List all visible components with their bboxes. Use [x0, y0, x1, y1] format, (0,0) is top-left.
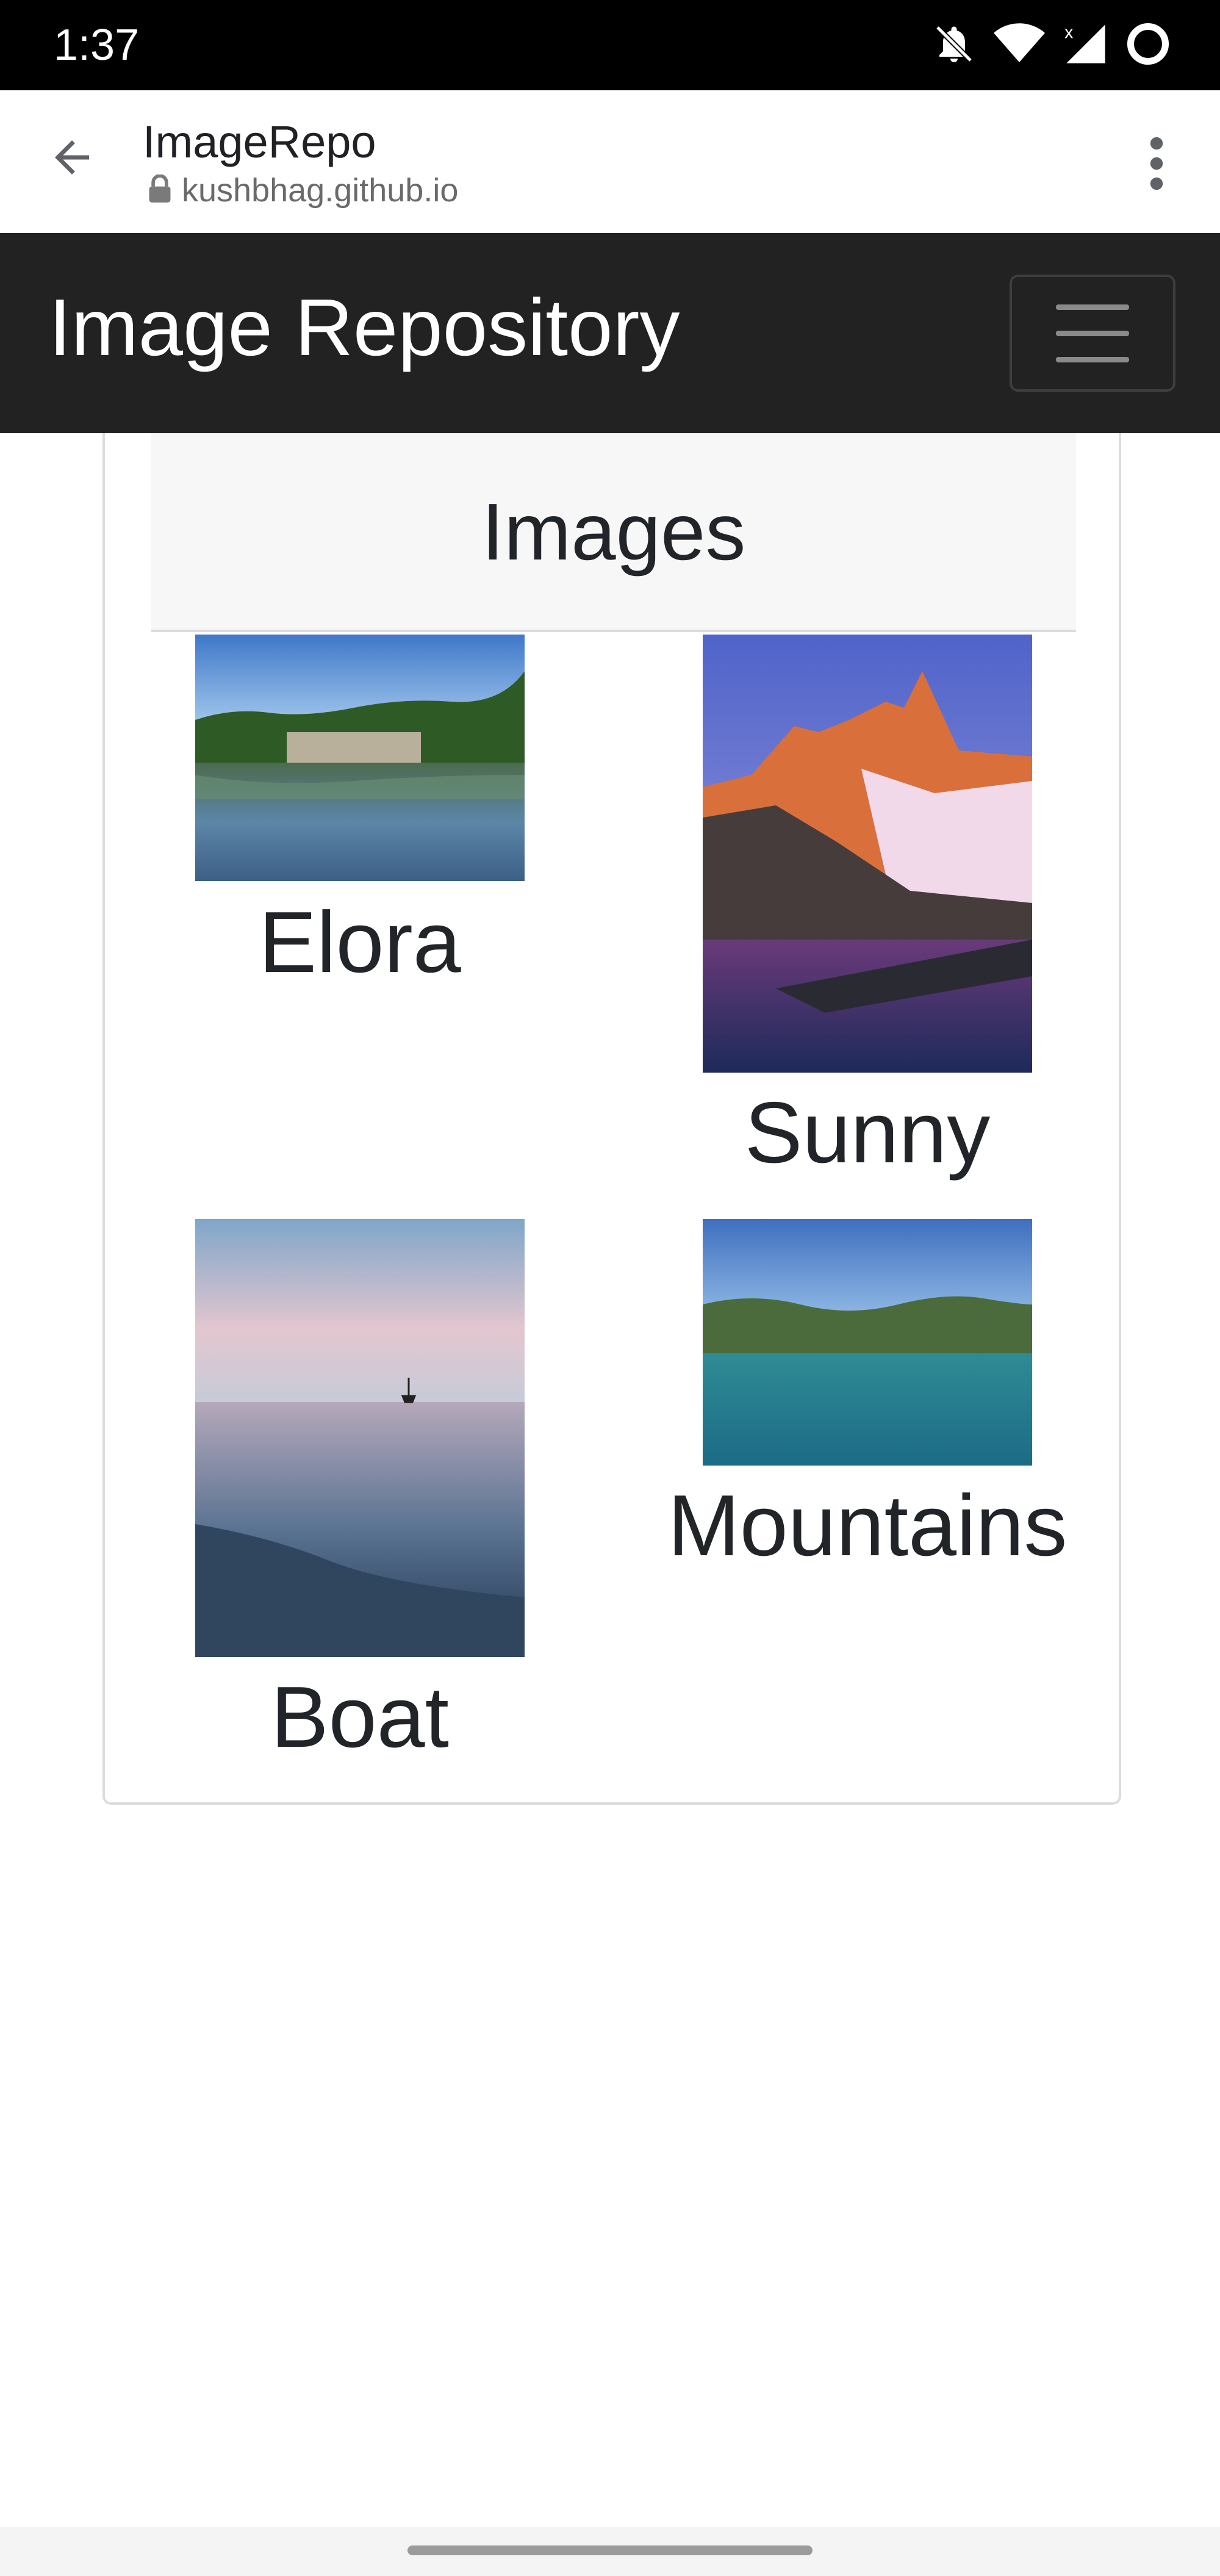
- more-vert-icon[interactable]: [1132, 133, 1181, 194]
- url-bar[interactable]: kushbhag.github.io: [146, 172, 458, 209]
- caption-elora: Elora: [259, 894, 461, 991]
- wifi-icon: [992, 22, 1047, 69]
- image-elora[interactable]: [195, 635, 525, 881]
- card-header: Images: [151, 433, 1076, 632]
- image-sunny[interactable]: [703, 635, 1032, 1073]
- caption-mountains: Mountains: [667, 1477, 1068, 1574]
- svg-text:x: x: [1064, 23, 1073, 42]
- gesture-nav-bar: [0, 2527, 1220, 2576]
- image-boat[interactable]: [195, 1219, 525, 1657]
- status-time: 1:37: [54, 21, 140, 70]
- lock-icon: [146, 173, 173, 207]
- status-icons: x: [932, 20, 1171, 71]
- battery-ring-icon: [1125, 21, 1171, 70]
- url-text: kushbhag.github.io: [182, 172, 459, 209]
- caption-sunny: Sunny: [744, 1084, 991, 1181]
- images-card: Images Elora Sunny Boat Mountains: [102, 433, 1121, 1805]
- hamburger-bar: [1056, 356, 1129, 362]
- image-mountains[interactable]: [703, 1219, 1032, 1466]
- hamburger-bar: [1056, 304, 1129, 310]
- status-bar: 1:37 x: [0, 0, 1220, 90]
- hamburger-bar: [1056, 330, 1129, 336]
- page-title: ImageRepo: [143, 117, 376, 167]
- browser-toolbar: ImageRepo kushbhag.github.io: [0, 90, 1220, 233]
- home-indicator[interactable]: [407, 2545, 813, 2555]
- navbar-brand[interactable]: Image Repository: [49, 276, 680, 380]
- card-title: Images: [481, 486, 746, 577]
- cell-signal-icon: x: [1063, 21, 1109, 70]
- bell-off-icon: [932, 22, 976, 69]
- hamburger-icon[interactable]: [1010, 275, 1175, 392]
- back-arrow-icon[interactable]: [41, 127, 102, 188]
- navbar: Image Repository: [0, 233, 1220, 433]
- caption-boat: Boat: [270, 1669, 450, 1766]
